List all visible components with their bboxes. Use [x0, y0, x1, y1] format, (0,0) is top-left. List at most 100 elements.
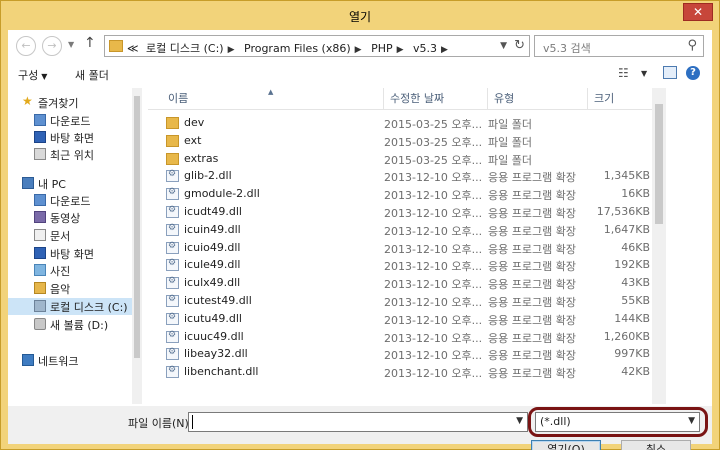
view-dropdown-icon[interactable]: ▼ — [641, 69, 647, 78]
organize-button[interactable]: 구성 ▼ — [18, 67, 47, 83]
help-icon[interactable]: ? — [686, 66, 700, 80]
breadcrumb-overflow[interactable]: ≪ — [127, 42, 139, 55]
file-list-scroll-thumb[interactable] — [655, 104, 663, 224]
navpane-item[interactable]: 음악 — [8, 280, 132, 297]
navpane-item-label: 문서 — [50, 230, 71, 243]
navpane-item[interactable]: 문서 — [8, 227, 132, 244]
navpane-item[interactable]: 사진 — [8, 262, 132, 279]
file-type: 파일 폴더 — [488, 153, 532, 167]
dvd-drive-icon — [34, 318, 46, 330]
file-date: 2013-12-10 오후... — [384, 207, 483, 220]
folder-icon — [166, 152, 179, 165]
navpane-item[interactable]: 내 PC — [8, 175, 132, 192]
filetype-dropdown-icon[interactable]: ▼ — [688, 416, 695, 426]
navpane-item-label: 바탕 화면 — [50, 248, 94, 261]
chevron-right-icon[interactable]: ▶ — [397, 45, 404, 55]
close-button[interactable]: ✕ — [683, 3, 713, 21]
filetype-select[interactable]: (*.dll) ▼ — [535, 412, 700, 432]
file-name: libeay32.dll — [184, 347, 248, 361]
breadcrumb-php[interactable]: PHP — [371, 42, 393, 55]
recent-locations-dropdown-icon[interactable]: ▼ — [68, 40, 74, 49]
file-name: extras — [184, 151, 219, 165]
search-box[interactable]: v5.3 검색 ⚲ — [534, 35, 704, 57]
address-bar[interactable]: ≪ 로컬 디스크 (C:) ▶ Program Files (x86) ▶ PHP ▶… — [104, 35, 530, 57]
cancel-button[interactable]: 취소 — [621, 440, 691, 450]
refresh-icon[interactable]: ↻ — [514, 38, 525, 53]
breadcrumb-drive[interactable]: 로컬 디스크 (C:) — [146, 42, 224, 55]
navpane-item[interactable]: 다운로드 — [8, 112, 132, 129]
forward-button[interactable]: → — [42, 36, 62, 56]
file-row[interactable]: icutu49.dll 2013-12-10 오후... 응용 프로그램 확장 144… — [148, 310, 652, 328]
folder-icon — [109, 40, 123, 52]
dll-file-icon — [166, 258, 179, 272]
navpane-item[interactable]: 최근 위치 — [8, 146, 132, 163]
preview-pane-icon[interactable] — [663, 66, 677, 79]
view-options-icon[interactable]: ☷ — [618, 66, 629, 80]
breadcrumb-program-files[interactable]: Program Files (x86) — [244, 42, 351, 55]
file-row[interactable]: icuuc49.dll 2013-12-10 오후... 응용 프로그램 확장 1,2… — [148, 328, 652, 346]
chevron-right-icon[interactable]: ▶ — [228, 45, 235, 55]
chevron-right-icon[interactable]: ▶ — [355, 45, 362, 55]
navpane-item-label: 새 볼륨 (D:) — [50, 319, 109, 332]
navpane-item-label: 내 PC — [38, 178, 66, 191]
file-row[interactable]: icule49.dll 2013-12-10 오후... 응용 프로그램 확장 192… — [148, 256, 652, 274]
address-dropdown-icon[interactable]: ▼ — [500, 41, 507, 51]
filename-dropdown-icon[interactable]: ▼ — [516, 416, 523, 426]
file-row[interactable]: icutest49.dll 2013-12-10 오후... 응용 프로그램 확장 5… — [148, 292, 652, 310]
chevron-right-icon[interactable]: ▶ — [441, 45, 448, 55]
navpane-item[interactable]: ★ 즐겨찾기 — [8, 94, 132, 111]
column-type[interactable]: 유형 — [488, 88, 588, 110]
navpane-item[interactable]: 바탕 화면 — [8, 129, 132, 146]
file-row[interactable]: extras 2015-03-25 오후... 파일 폴더 — [148, 150, 652, 168]
filename-input[interactable]: ▼ — [188, 412, 528, 432]
folder-icon — [166, 134, 179, 147]
file-size: 42KB — [621, 365, 650, 379]
file-type: 응용 프로그램 확장 — [488, 296, 576, 309]
file-row[interactable]: dev 2015-03-25 오후... 파일 폴더 — [148, 114, 652, 132]
file-row[interactable]: icuin49.dll 2013-12-10 오후... 응용 프로그램 확장 1,6… — [148, 221, 652, 239]
file-size: 1,345KB — [603, 169, 650, 183]
navpane-item[interactable]: 바탕 화면 — [8, 245, 132, 262]
file-name: iculx49.dll — [184, 276, 241, 290]
search-icon[interactable]: ⚲ — [687, 38, 697, 53]
column-date[interactable]: 수정한 날짜 — [384, 88, 488, 110]
file-name: dev — [184, 116, 205, 129]
file-row[interactable]: icuio49.dll 2013-12-10 오후... 응용 프로그램 확장 46K… — [148, 239, 652, 257]
new-folder-button[interactable]: 새 폴더 — [75, 67, 109, 83]
desktop-icon — [34, 247, 46, 259]
navpane-scrollbar[interactable] — [132, 88, 142, 404]
file-row[interactable]: iculx49.dll 2013-12-10 오후... 응용 프로그램 확장 43K… — [148, 274, 652, 292]
dll-file-icon — [166, 276, 179, 290]
file-date: 2013-12-10 오후... — [384, 171, 483, 185]
navpane-item[interactable]: 네트워크 — [8, 352, 132, 369]
navpane-item[interactable]: 로컬 디스크 (C:) — [8, 298, 132, 315]
file-size: 43KB — [621, 276, 650, 290]
open-button[interactable]: 열기(O) — [531, 440, 601, 450]
navpane-scroll-thumb[interactable] — [134, 96, 140, 358]
navpane-item[interactable]: 동영상 — [8, 209, 132, 226]
file-date: 2013-12-10 오후... — [384, 367, 483, 381]
file-type: 응용 프로그램 확장 — [488, 331, 576, 345]
file-list-scrollbar[interactable] — [652, 88, 666, 404]
breadcrumb: ≪ 로컬 디스크 (C:) ▶ Program Files (x86) ▶ PHP ▶… — [127, 40, 454, 56]
up-folder-button[interactable]: ↑ — [84, 35, 96, 51]
file-row[interactable]: gmodule-2.dll 2013-12-10 오후... 응용 프로그램 확장 1… — [148, 185, 652, 203]
navpane-item-label: 사진 — [50, 265, 71, 278]
file-date: 2015-03-25 오후... — [384, 135, 483, 149]
file-row[interactable]: libeay32.dll 2013-12-10 오후... 응용 프로그램 확장 99… — [148, 345, 652, 363]
documents-icon — [34, 229, 46, 241]
breadcrumb-v53[interactable]: v5.3 — [413, 42, 437, 55]
dll-file-icon — [166, 223, 179, 236]
file-size: 144KB — [614, 311, 650, 325]
column-size[interactable]: 크기 — [588, 88, 652, 110]
file-row[interactable]: libenchant.dll 2013-12-10 오후... 응용 프로그램 확장… — [148, 363, 652, 381]
title-bar[interactable]: 열기 ✕ — [1, 1, 719, 29]
file-row[interactable]: glib-2.dll 2013-12-10 오후... 응용 프로그램 확장 1,34… — [148, 167, 652, 185]
back-button[interactable]: ← — [16, 36, 36, 56]
file-row[interactable]: ext 2015-03-25 오후... 파일 폴더 — [148, 132, 652, 150]
navpane-item[interactable]: 다운로드 — [8, 192, 132, 209]
dll-file-icon — [166, 312, 179, 325]
file-row[interactable]: icudt49.dll 2013-12-10 오후... 응용 프로그램 확장 17,… — [148, 203, 652, 221]
file-name: libenchant.dll — [184, 365, 259, 379]
navpane-item[interactable]: 새 볼륨 (D:) — [8, 316, 132, 333]
